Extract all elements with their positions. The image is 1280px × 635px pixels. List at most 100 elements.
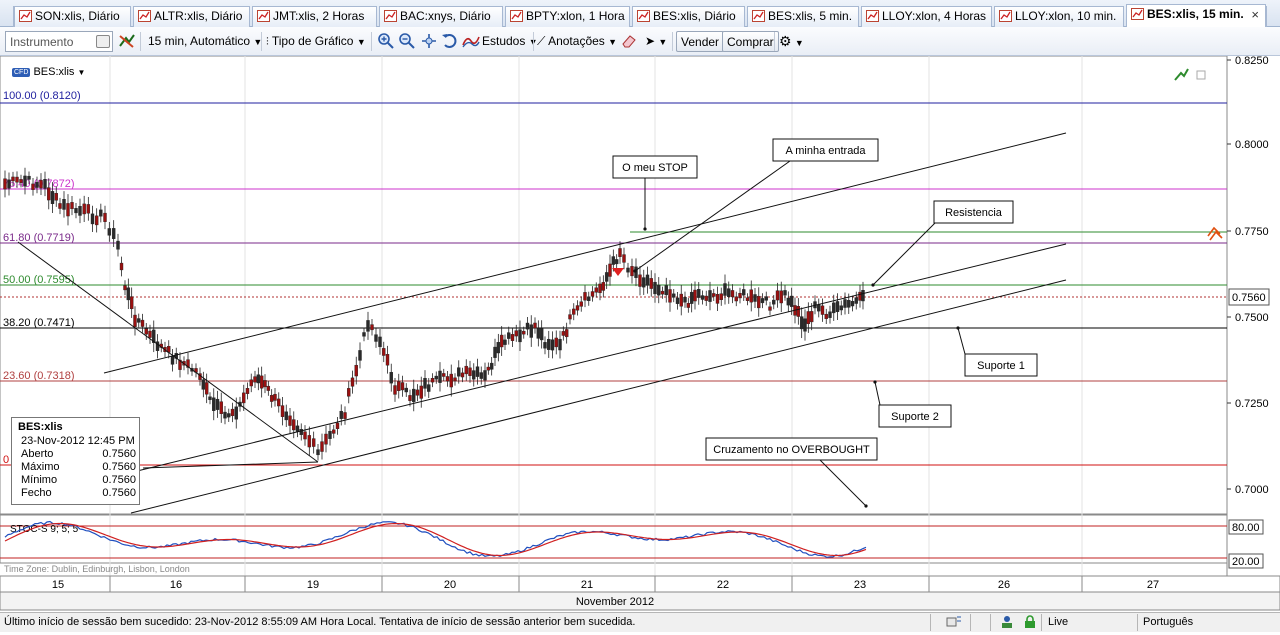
candle-body — [277, 398, 281, 407]
symbol-label: BES:xlis — [33, 66, 75, 78]
undo-icon[interactable] — [441, 32, 459, 50]
instrument-search-input[interactable]: Instrumento — [5, 31, 113, 52]
chart-tab-label: BES:xlis, 5 min. — [768, 9, 853, 23]
ohlc-row-open: Aberto 0.7560 — [21, 448, 136, 461]
candle-body — [170, 355, 175, 365]
candle-body — [730, 290, 735, 298]
login-status-message: Último início de sessão bem sucedido: 23… — [4, 616, 636, 628]
ohlc-row-low: Mínimo 0.7560 — [21, 474, 136, 487]
candle-body — [518, 329, 522, 343]
language-label[interactable]: Português — [1143, 613, 1193, 632]
candle-body — [404, 387, 408, 393]
candle-body — [350, 377, 355, 387]
annotation-label: Suporte 1 — [977, 360, 1025, 372]
chevron-down-icon: ▼ — [794, 38, 804, 48]
chevron-down-icon: ▼ — [658, 37, 668, 47]
candle-body — [347, 388, 351, 397]
candle-body — [7, 179, 11, 189]
candle-body — [288, 415, 292, 426]
chart-type-menu[interactable]: ⫶ Tipo de Gráfico ▼ — [266, 31, 366, 52]
close-icon[interactable]: × — [1251, 5, 1259, 24]
chart-tab-label: JMT:xlis, 2 Horas — [273, 9, 365, 23]
user-icon[interactable] — [999, 615, 1015, 634]
chart-tab[interactable]: BES:xlis, 15 min. × — [1126, 4, 1266, 27]
chart-tab[interactable]: BES:xlis, Diário — [632, 6, 745, 27]
crosshair-tool-icon[interactable] — [118, 32, 136, 50]
candle-body — [137, 318, 141, 323]
candle-body — [230, 408, 235, 417]
chart-tab[interactable]: LLOY:xlon, 10 min. — [994, 6, 1124, 27]
candle-body — [742, 289, 746, 296]
candle-body — [689, 291, 694, 304]
candle-body — [201, 379, 206, 390]
candle-body — [583, 292, 587, 301]
zoom-out-icon[interactable] — [398, 32, 416, 50]
chart-tab[interactable]: BPTY:xlon, 1 Hora — [505, 6, 630, 27]
candle-body — [129, 296, 134, 310]
chevron-down-icon: ▼ — [77, 68, 86, 77]
sell-button[interactable]: Vender — [676, 31, 725, 52]
candle-body — [54, 193, 58, 201]
candle-body — [50, 191, 55, 205]
zoom-in-icon[interactable] — [377, 32, 395, 50]
ohlc-row-high: Máximo 0.7560 — [21, 461, 136, 474]
chart-tab-label: BPTY:xlon, 1 Hora — [526, 9, 625, 23]
toolbar-separator — [774, 32, 775, 51]
candle-body — [649, 278, 653, 289]
candle-body — [712, 293, 716, 297]
price-chart-canvas[interactable]: 100.00 (0.8120)76.40 (0.7872)61.80 (0.77… — [0, 56, 1280, 612]
candle-body — [99, 209, 103, 217]
price-chart-panel[interactable]: 100.00 (0.8120) 76.40 (0.7872) 61.80 (0.77… — [0, 56, 1280, 632]
timezone-label: Time Zone: Dublin, Edinburgh, Lisbon, Lo… — [4, 564, 190, 574]
chart-tab[interactable]: ALTR:xlis, Diário — [133, 6, 250, 27]
candle-body — [568, 314, 572, 320]
candle-body — [66, 203, 70, 217]
symbol-header[interactable]: CFD BES:xlis ▼ — [12, 66, 85, 78]
buy-button[interactable]: Comprar — [722, 31, 779, 52]
settings-menu[interactable]: ⚙ ▼ — [779, 31, 804, 52]
candle-body — [385, 354, 390, 366]
candle-body — [27, 175, 31, 180]
annotations-menu[interactable]: ⟋ Anotações ▼ — [537, 31, 617, 52]
candle-body — [704, 295, 708, 301]
fib-level-label: 38.20 (0.7471) — [3, 317, 75, 329]
candle-body — [486, 366, 491, 371]
candle-body — [263, 380, 267, 388]
trendline-icon: ⟋ — [537, 34, 546, 48]
candle-body — [354, 364, 358, 377]
date-axis — [0, 575, 1280, 593]
interval-selector[interactable]: 15 min, Automático ▼ — [148, 31, 262, 52]
candle-body — [638, 274, 642, 287]
candle-body — [362, 332, 366, 337]
pointer-menu[interactable]: ➤ ▼ — [645, 31, 667, 52]
studies-menu[interactable]: Estudos ▼ — [482, 31, 538, 52]
chart-tab[interactable]: BAC:xnys, Diário — [379, 6, 503, 27]
candle-body — [295, 425, 300, 432]
price-tick-label: 0.7750 — [1235, 226, 1269, 238]
chart-tab-label: BES:xlis, Diário — [653, 9, 736, 23]
candle-body — [389, 372, 393, 384]
candle-body — [408, 395, 412, 401]
chart-tab[interactable]: JMT:xlis, 2 Horas — [252, 6, 377, 27]
status-divider — [930, 614, 931, 631]
chart-tab[interactable]: LLOY:xlon, 4 Horas — [861, 6, 992, 27]
candle-body — [303, 431, 307, 440]
studies-icon[interactable] — [462, 32, 480, 50]
bell-icon[interactable] — [946, 615, 962, 634]
chevron-down-icon: ▼ — [356, 37, 366, 47]
candle-body — [558, 338, 562, 351]
candle-body — [587, 296, 591, 301]
chart-tab[interactable]: BES:xlis, 5 min. — [747, 6, 859, 27]
chart-tab[interactable]: SON:xlis, Diário — [14, 6, 131, 27]
lock-icon[interactable] — [1023, 615, 1037, 634]
candle-body — [78, 206, 82, 216]
candle-body — [594, 287, 598, 293]
keyboard-icon[interactable] — [96, 35, 110, 48]
candle-body — [299, 428, 303, 435]
tab-scroll-button[interactable] — [1266, 6, 1280, 27]
candle-body — [259, 375, 264, 389]
candle-body — [618, 248, 622, 257]
status-divider — [990, 614, 991, 631]
eraser-icon[interactable] — [620, 32, 638, 50]
pan-icon[interactable] — [420, 32, 438, 50]
